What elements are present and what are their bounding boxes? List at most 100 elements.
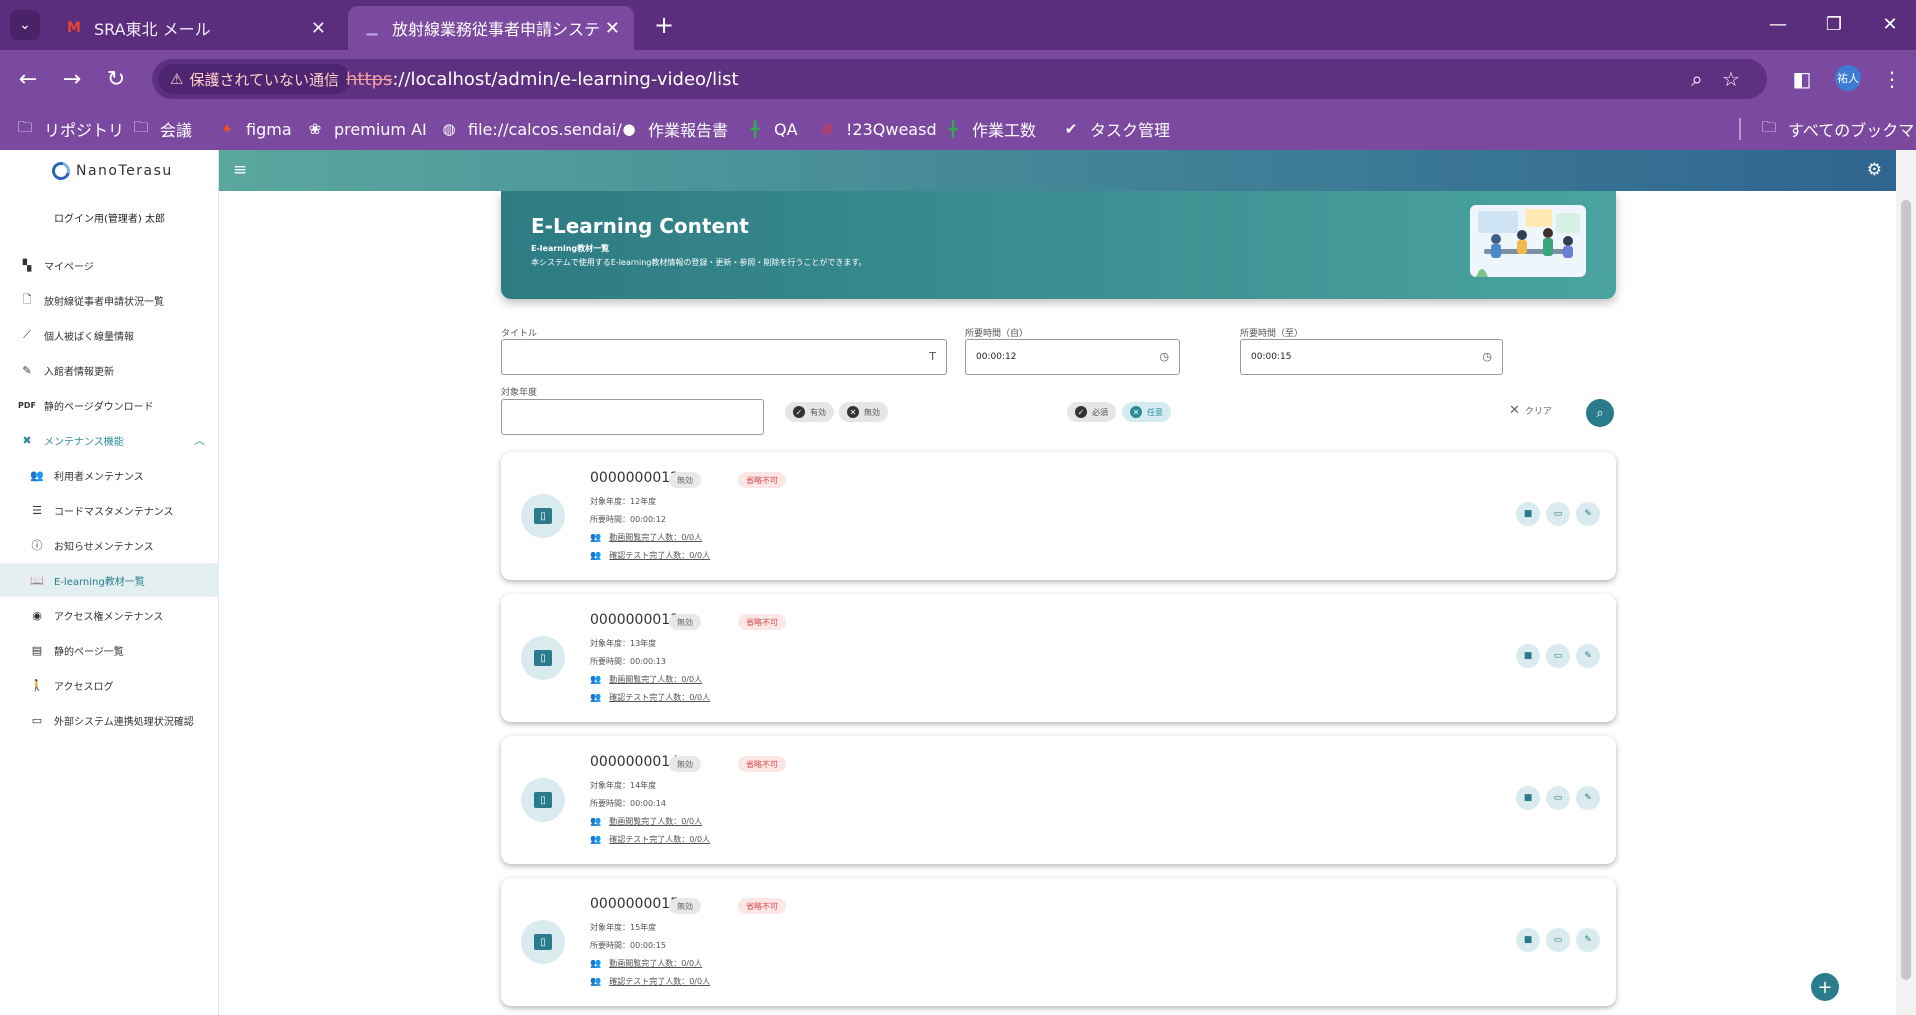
bookmark-item[interactable]: 🗀 会議 [130,116,192,142]
tab-search-button[interactable]: ⌄ [10,10,40,40]
scrollbar[interactable] [1896,150,1916,1015]
browser-tab-app[interactable]: ▁ 放射線業務従事者申請システム ✕ [348,6,634,50]
chevron-up-icon: ︿ [194,434,205,447]
pdf-icon: PDF [18,400,36,410]
video-camera-icon[interactable]: ■ [1516,502,1540,526]
all-bookmarks-button[interactable]: 🗀すべてのブックマーク [1758,116,1916,142]
people-icon: 👥 [590,958,602,969]
time-from-input[interactable]: 00:00:12 ◷ [965,339,1180,375]
maximize-icon[interactable]: ❐ [1814,8,1854,40]
bookmark-item[interactable]: ● 作業報告書 [618,116,728,142]
minimize-icon[interactable]: — [1758,8,1798,40]
bookmark-item[interactable]: ❀ premium AI [304,116,427,142]
sidebar-item-notices[interactable]: ⓘ お知らせメンテナンス [0,528,219,562]
video-completion-link[interactable]: 👥 動画閲覧完了人数：0/0人 [590,816,702,827]
video-camera-icon[interactable]: ■ [1516,644,1540,668]
video-camera-icon[interactable]: ■ [1516,928,1540,952]
filter-chip-active[interactable]: ✓ 有効 [785,402,834,422]
filter-chip-inactive[interactable]: ✕ 無効 [839,402,888,422]
bookmark-separator [1739,118,1741,140]
sidebar-item-access-rights[interactable]: ◉ アクセス権メンテナンス [0,598,219,632]
video-completion-link[interactable]: 👥 動画閲覧完了人数：0/0人 [590,532,702,543]
content-card[interactable]: ▯ 0000000015 無効 省略不可 対象年度：15年度 所要時間：00:0… [501,878,1616,1006]
test-completion-link[interactable]: 👥 確認テスト完了人数：0/0人 [590,550,710,561]
add-content-button[interactable]: + [1811,973,1839,1001]
bookmark-item[interactable]: ╋ 作業工数 [942,116,1036,142]
new-tab-button[interactable]: + [650,10,678,40]
profile-avatar[interactable]: 祐人 [1835,65,1861,91]
clock-icon[interactable]: ◷ [1482,350,1492,363]
sidebar-item-visitor-update[interactable]: ✎ 入館者情報更新 [0,353,219,387]
more-menu-icon[interactable]: ⋮ [1876,63,1908,95]
subtitles-icon[interactable]: ▭ [1546,928,1570,952]
sidebar-group-maintenance[interactable]: ✖ メンテナンス機能 ︿ [0,423,219,457]
close-icon[interactable]: ✕ [605,18,620,39]
sidebar-item-static-pages[interactable]: ▤ 静的ページ一覧 [0,633,219,667]
sidebar-item-users[interactable]: 👥 利用者メンテナンス [0,458,219,492]
test-completion-link[interactable]: 👥 確認テスト完了人数：0/0人 [590,834,710,845]
content-card[interactable]: ▯ 0000000012 無効 省略不可 対象年度：12年度 所要時間：00:0… [501,452,1616,580]
target-year: 対象年度：12年度 [590,497,657,506]
year-input[interactable] [501,399,764,435]
menu-icon[interactable]: ≡ [233,160,247,180]
bookmark-item[interactable]: ⊘ !23Qweasd [816,116,937,142]
filter-chip-optional[interactable]: ✕ 任意 [1122,402,1171,422]
clear-button[interactable]: ✕ クリア [1509,403,1552,418]
bookmark-item[interactable]: ╋ QA [744,116,797,142]
edit-document-icon[interactable]: ✎ [1576,502,1600,526]
close-icon[interactable]: ✕ [311,18,326,39]
check-icon: ✔ [1064,120,1078,138]
sidebar-item-external-sync[interactable]: ▭ 外部システム連携処理状況確認 [0,703,219,737]
video-camera-icon[interactable]: ■ [1516,786,1540,810]
bookmark-item[interactable]: ✔ タスク管理 [1060,116,1170,142]
browser-tab-mail[interactable]: M SRA東北 メール ✕ [50,6,340,50]
forward-button[interactable]: → [56,63,88,95]
subtitles-icon[interactable]: ▭ [1546,502,1570,526]
search-button[interactable]: ⌕ [1586,399,1614,427]
back-button[interactable]: ← [12,63,44,95]
edit-document-icon[interactable]: ✎ [1576,644,1600,668]
close-icon: ✕ [1509,403,1520,418]
zoom-icon[interactable]: ⌕ [1683,65,1711,93]
sidebar-item-access-log[interactable]: 🚶 アクセスログ [0,668,219,702]
video-completion-link[interactable]: 👥 動画閲覧完了人数：0/0人 [590,674,702,685]
app-icon: ▁ [366,20,378,36]
logo-mark-icon [48,158,74,184]
edit-document-icon[interactable]: ✎ [1576,786,1600,810]
sidebar-item-code-master[interactable]: ☰ コードマスタメンテナンス [0,493,219,527]
subtitles-icon[interactable]: ▭ [1546,644,1570,668]
sidebar-item-dose[interactable]: ⟋ 個人被ばく線量情報 [0,318,219,352]
test-completion-link[interactable]: 👥 確認テスト完了人数：0/0人 [590,692,710,703]
content-card[interactable]: ▯ 0000000014 無効 省略不可 対象年度：14年度 所要時間：00:0… [501,736,1616,864]
security-chip[interactable]: ⚠ 保護されていない通信 [158,64,352,94]
time-to-input[interactable]: 00:00:15 ◷ [1240,339,1503,375]
sidebar-item-elearning[interactable]: 📖 E-learning教材一覧 [0,563,219,597]
reload-button[interactable]: ↻ [100,63,132,95]
test-completion-link[interactable]: 👥 確認テスト完了人数：0/0人 [590,976,710,987]
window-close-icon[interactable]: ✕ [1870,8,1910,40]
bookmark-star-icon[interactable]: ☆ [1717,65,1745,93]
logo: NanoTerasu [48,158,173,184]
bookmark-item[interactable]: 🗀 リポジトリ [14,116,124,142]
sidebar-item-applications[interactable]: 🗋 放射線従事者申請状況一覧 [0,283,219,317]
figma-icon: ✦ [220,120,234,138]
sidebar-item-mypage[interactable]: ▚ マイページ [0,248,219,282]
bookmark-item[interactable]: ◍ file://calcos.sendai/ [438,116,621,142]
status-badge: 無効 [669,898,701,914]
address-bar[interactable]: ⚠ 保護されていない通信 https://localhost/admin/e-l… [152,59,1767,99]
gear-icon[interactable]: ⚙ [1867,160,1882,180]
subtitles-icon[interactable]: ▭ [1546,786,1570,810]
clock-icon[interactable]: ◷ [1159,350,1169,363]
video-completion-link[interactable]: 👥 動画閲覧完了人数：0/0人 [590,958,702,969]
edit-document-icon[interactable]: ✎ [1576,928,1600,952]
title-input[interactable]: T [501,339,947,375]
scrollbar-thumb[interactable] [1901,200,1911,980]
filter-chip-required[interactable]: ✓ 必須 [1067,402,1116,422]
skip-badge: 省略不可 [738,756,786,772]
bookmark-item[interactable]: ✦ figma [216,116,292,142]
content-card[interactable]: ▯ 0000000013 無効 省略不可 対象年度：13年度 所要時間：00:0… [501,594,1616,722]
duration: 所要時間：00:00:12 [590,515,666,524]
people-icon: 👥 [590,834,602,845]
sidebar-item-static-download[interactable]: PDF 静的ページダウンロード [0,388,219,422]
side-panel-icon[interactable]: ◧ [1786,63,1818,95]
